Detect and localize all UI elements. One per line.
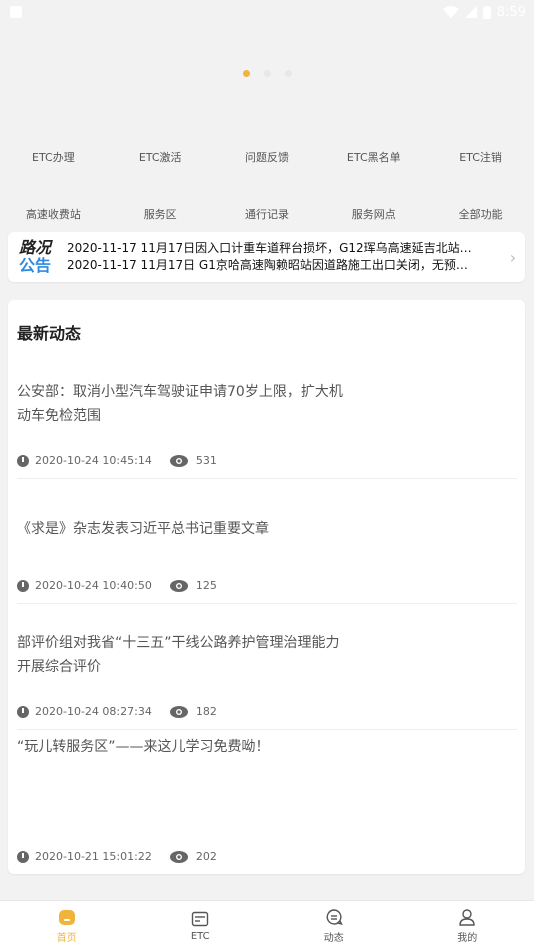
news-panel: 最新动态 公安部：取消小型汽车驾驶证申请70岁上限，扩大机动车免检范围 2020… xyxy=(8,300,525,874)
carousel-dot xyxy=(242,70,250,77)
etc-card-icon xyxy=(192,911,209,926)
notice-lines: 2020-11-17 11月17日因入口计重车道秤台损坏，G12珲乌高速延吉北站… xyxy=(62,240,501,274)
status-indicators: 8:59 xyxy=(442,4,526,20)
grid-item-feedback[interactable]: 问题反馈 xyxy=(214,149,321,165)
news-item-views: 531 xyxy=(195,454,217,467)
eye-icon xyxy=(169,579,188,592)
divider xyxy=(17,478,517,479)
news-item[interactable]: 公安部：取消小型汽车驾驶证申请70岁上限，扩大机动车免检范围 2020-10-2… xyxy=(17,380,517,467)
clock-icon xyxy=(17,579,29,592)
news-item-meta: 2020-10-24 08:27:34 182 xyxy=(17,705,217,718)
news-item-date: 2020-10-24 10:40:50 xyxy=(35,579,152,592)
eye-icon xyxy=(169,850,188,863)
tab-home[interactable]: 首页 xyxy=(0,901,134,950)
carousel-dot xyxy=(263,70,271,77)
tab-mine[interactable]: 我的 xyxy=(401,901,534,950)
chevron-right-icon[interactable]: › xyxy=(501,248,525,267)
divider xyxy=(17,603,517,604)
news-section-title: 最新动态 xyxy=(17,324,82,343)
news-item-title[interactable]: 公安部：取消小型汽车驾驶证申请70岁上限，扩大机动车免检范围 xyxy=(17,380,347,428)
clock-icon xyxy=(17,705,29,718)
news-item-date: 2020-10-24 08:27:34 xyxy=(35,705,152,718)
tab-label: 我的 xyxy=(457,932,478,944)
grid-item-service-area[interactable]: 服务区 xyxy=(107,206,214,222)
tab-label: 动态 xyxy=(323,932,344,944)
signal-icon xyxy=(464,6,477,18)
news-item-date: 2020-10-21 15:01:22 xyxy=(35,850,152,863)
status-bar: 8:59 xyxy=(0,0,534,24)
news-item[interactable]: 部评价组对我省“十三五”干线公路养护管理治理能力开展综合评价 2020-10-2… xyxy=(17,631,517,718)
grid-item-service-outlets[interactable]: 服务网点 xyxy=(320,206,427,222)
notification-icon xyxy=(10,6,22,18)
eye-icon xyxy=(169,454,188,467)
notice-line[interactable]: 2020-11-17 11月17日因入口计重车道秤台损坏，G12珲乌高速延吉北站… xyxy=(67,240,477,257)
news-item-date: 2020-10-24 10:45:14 xyxy=(35,454,152,467)
home-icon xyxy=(58,909,75,925)
news-item-title[interactable]: 《求是》杂志发表习近平总书记重要文章 xyxy=(17,517,347,541)
tab-label: 首页 xyxy=(56,932,77,944)
function-grid: ETC办理 ETC激活 问题反馈 ETC黑名单 ETC注销 高速收费站 服务区 … xyxy=(0,128,534,242)
road-notice-logo: 路况 公告 xyxy=(8,235,62,279)
bottom-tab-bar: 首页 ETC 动态 我的 xyxy=(0,900,534,950)
eye-icon xyxy=(169,705,188,718)
grid-item-etc-blacklist[interactable]: ETC黑名单 xyxy=(320,149,427,165)
news-item-views: 125 xyxy=(195,579,217,592)
news-item-views: 182 xyxy=(195,705,217,718)
news-item[interactable]: 《求是》杂志发表习近平总书记重要文章 2020-10-24 10:40:50 1… xyxy=(17,517,517,592)
carousel-indicator xyxy=(0,70,534,77)
clock-icon xyxy=(17,850,29,863)
grid-item-etc-cancel[interactable]: ETC注销 xyxy=(427,149,534,165)
divider xyxy=(17,729,517,730)
news-item-meta: 2020-10-24 10:45:14 531 xyxy=(17,454,217,467)
notice-logo-top: 路况 xyxy=(18,238,51,258)
grid-item-toll-station[interactable]: 高速收费站 xyxy=(0,206,107,222)
news-item-title[interactable]: 部评价组对我省“十三五”干线公路养护管理治理能力开展综合评价 xyxy=(17,631,347,679)
news-item-views: 202 xyxy=(195,850,217,863)
news-item-title[interactable]: “玩儿转服务区”——来这儿学习免费呦！ xyxy=(17,735,377,759)
tab-news[interactable]: 动态 xyxy=(267,901,401,950)
news-item[interactable]: “玩儿转服务区”——来这儿学习免费呦！ 2020-10-21 15:01:22 … xyxy=(17,735,517,863)
wifi-icon xyxy=(442,6,459,18)
clock-icon xyxy=(17,454,29,467)
grid-item-etc-activate[interactable]: ETC激活 xyxy=(107,149,214,165)
grid-item-all-functions[interactable]: 全部功能 xyxy=(427,206,534,222)
road-notice-bar[interactable]: 路况 公告 2020-11-17 11月17日因入口计重车道秤台损坏，G12珲乌… xyxy=(8,232,525,282)
user-icon xyxy=(459,908,475,926)
battery-icon xyxy=(482,5,491,19)
status-time: 8:59 xyxy=(496,4,526,20)
notice-line[interactable]: 2020-11-17 11月17日 G1京哈高速陶赖昭站因道路施工出口关闭，无预… xyxy=(67,257,477,274)
carousel-dot xyxy=(284,70,292,77)
tab-label: ETC xyxy=(190,930,210,942)
chat-icon xyxy=(326,908,343,925)
news-item-meta: 2020-10-24 10:40:50 125 xyxy=(17,579,217,592)
notice-logo-bottom: 公告 xyxy=(18,256,51,275)
tab-etc[interactable]: ETC xyxy=(134,901,268,950)
news-item-meta: 2020-10-21 15:01:22 202 xyxy=(17,850,217,863)
function-grid-row: ETC办理 ETC激活 问题反馈 ETC黑名单 ETC注销 xyxy=(0,128,534,185)
grid-item-etc-apply[interactable]: ETC办理 xyxy=(0,149,107,165)
grid-item-travel-records[interactable]: 通行记录 xyxy=(214,206,321,222)
